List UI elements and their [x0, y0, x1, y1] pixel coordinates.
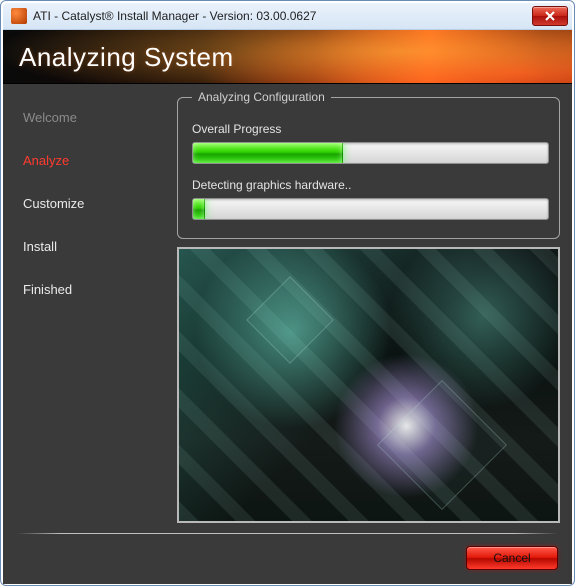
- app-icon: [11, 8, 27, 24]
- close-icon: [545, 11, 555, 21]
- header-banner: Analyzing System: [3, 30, 572, 84]
- cancel-button[interactable]: Cancel: [466, 546, 558, 570]
- cancel-button-label: Cancel: [493, 551, 530, 565]
- overall-progress-fill: [193, 143, 343, 163]
- task-progress-fill: [193, 199, 205, 219]
- step-analyze: Analyze: [23, 139, 173, 182]
- step-customize: Customize: [23, 182, 173, 225]
- window-title: ATI - Catalyst® Install Manager - Versio…: [33, 9, 532, 23]
- step-finished: Finished: [23, 268, 173, 311]
- analyzing-configuration-group: Analyzing Configuration Overall Progress…: [177, 90, 560, 239]
- task-progress-label: Detecting graphics hardware..: [192, 178, 547, 192]
- footer: Cancel: [3, 523, 572, 584]
- step-sidebar: Welcome Analyze Customize Install Finish…: [13, 90, 177, 523]
- titlebar: ATI - Catalyst® Install Manager - Versio…: [3, 3, 572, 30]
- content-area: Welcome Analyze Customize Install Finish…: [3, 84, 572, 584]
- page-title: Analyzing System: [19, 42, 234, 73]
- step-welcome: Welcome: [23, 96, 173, 139]
- close-button[interactable]: [532, 6, 568, 26]
- main-panel: Analyzing Configuration Overall Progress…: [177, 90, 562, 523]
- step-install: Install: [23, 225, 173, 268]
- app-window: ATI - Catalyst® Install Manager - Versio…: [0, 0, 575, 586]
- overall-progress-bar: [192, 142, 549, 164]
- task-progress-bar: [192, 198, 549, 220]
- footer-divider: [17, 533, 558, 534]
- group-legend: Analyzing Configuration: [192, 90, 331, 104]
- decorative-artwork: [177, 247, 560, 523]
- overall-progress-label: Overall Progress: [192, 122, 547, 136]
